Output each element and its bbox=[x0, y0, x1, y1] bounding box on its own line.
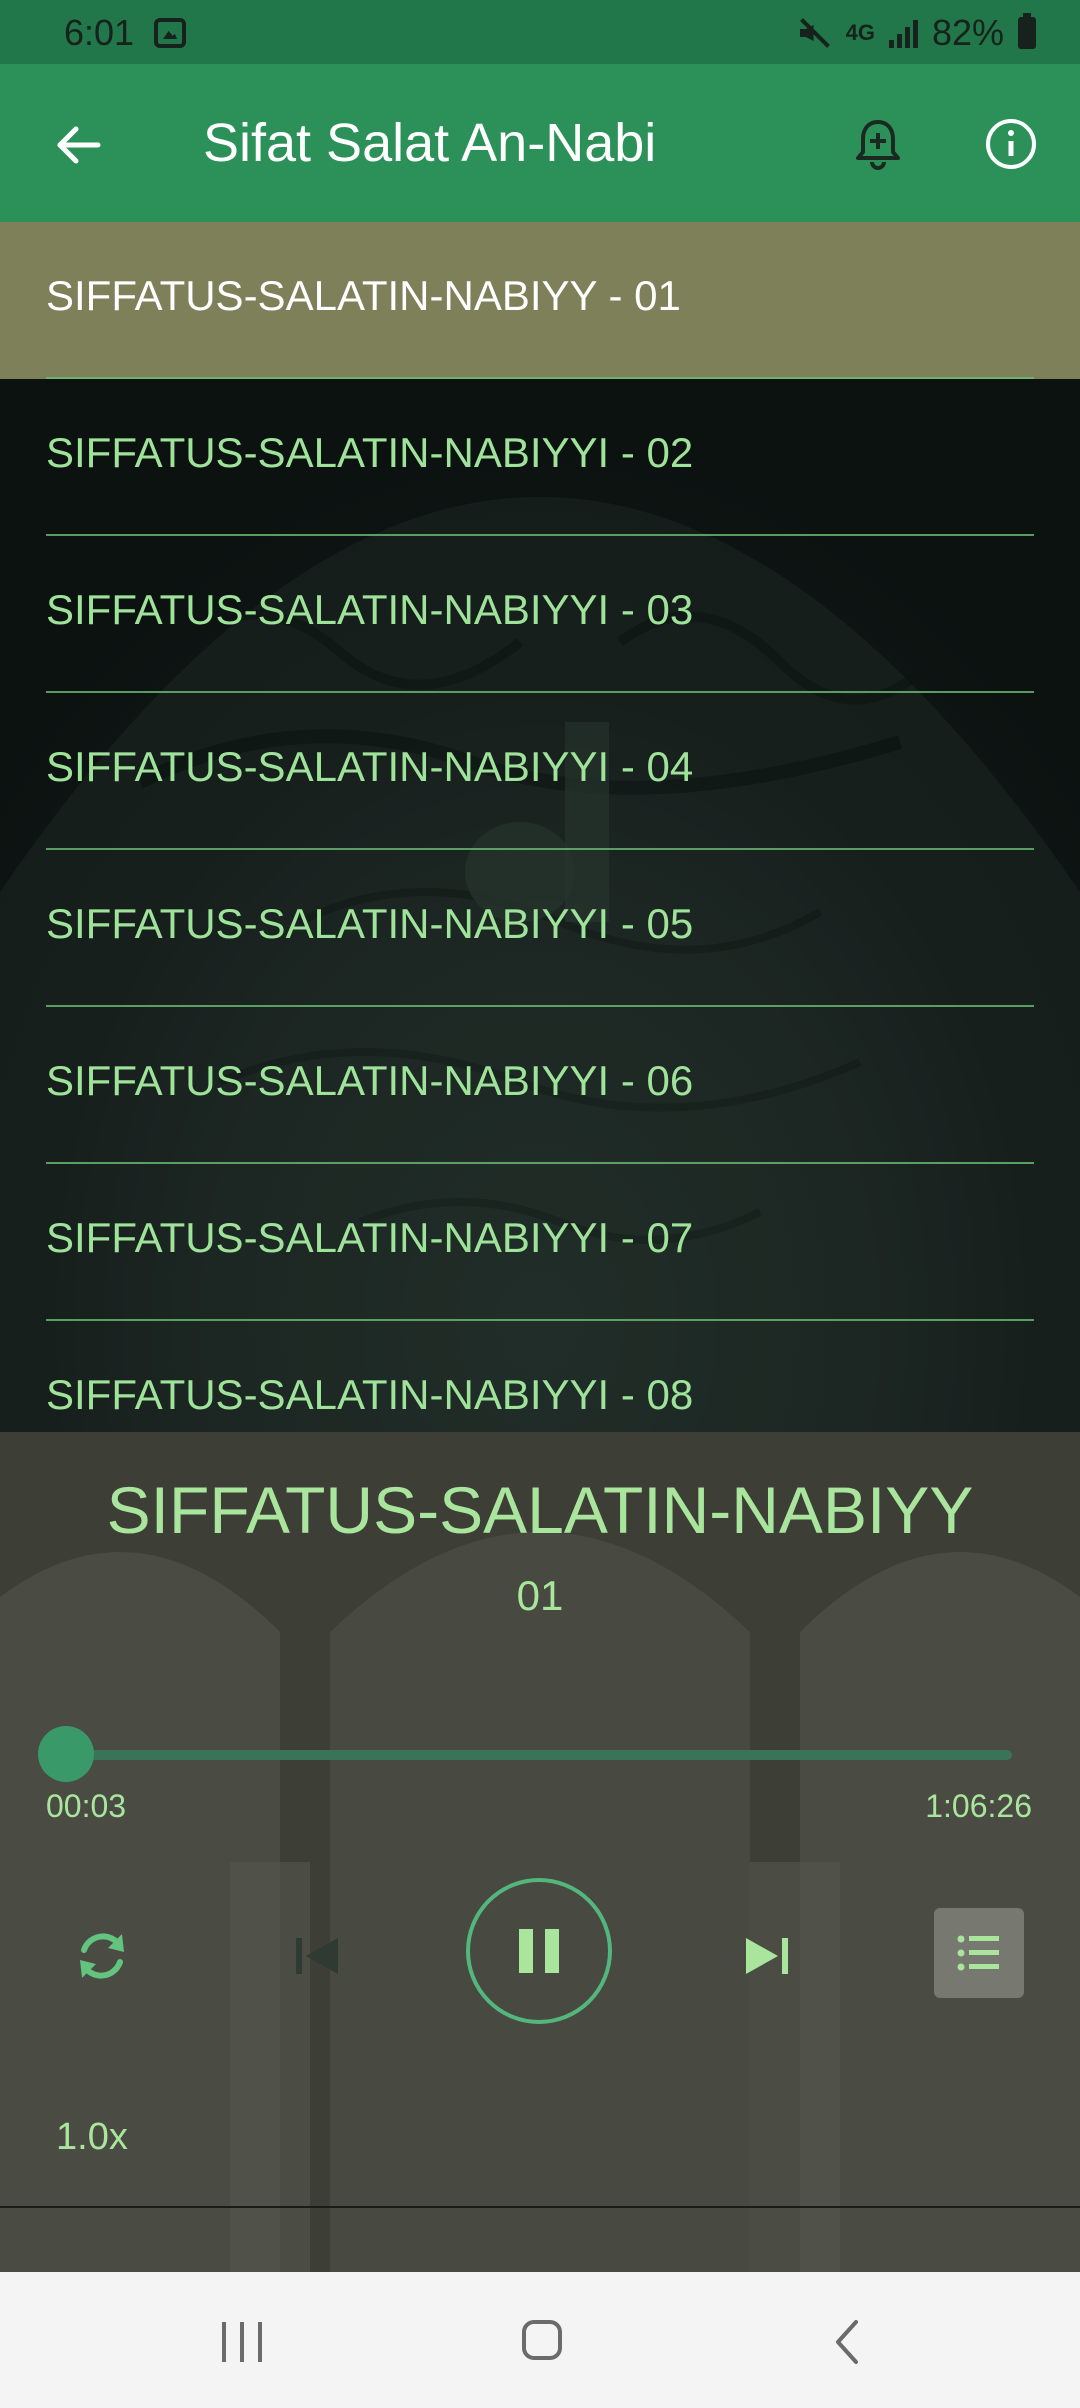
divider bbox=[0, 2206, 1080, 2208]
seek-bar[interactable] bbox=[64, 1750, 1012, 1760]
background-arches-image bbox=[0, 1532, 1080, 2272]
track-item[interactable]: SIFFATUS-SALATIN-NABIYY - 01 bbox=[0, 222, 1080, 379]
notification-button[interactable] bbox=[848, 114, 908, 174]
track-label: SIFFATUS-SALATIN-NABIYYI - 07 bbox=[46, 1214, 694, 1261]
now-playing-subtitle: 01 bbox=[516, 1572, 564, 1619]
track-item[interactable]: SIFFATUS-SALATIN-NABIYYI - 03 bbox=[0, 536, 1080, 693]
recents-icon bbox=[222, 2322, 226, 2362]
status-time: 6:01 bbox=[64, 12, 135, 53]
track-label: SIFFATUS-SALATIN-NABIYY - 01 bbox=[46, 272, 681, 319]
playback-speed[interactable]: 1.0x bbox=[56, 2116, 128, 2159]
info-icon bbox=[986, 119, 1036, 169]
playlist-button[interactable] bbox=[934, 1908, 1024, 1998]
track-label: SIFFATUS-SALATIN-NABIYYI - 08 bbox=[46, 1371, 694, 1418]
network-type: 4G bbox=[845, 20, 875, 45]
track-item[interactable]: SIFFATUS-SALATIN-NABIYYI - 04 bbox=[0, 693, 1080, 850]
image-notification-icon bbox=[154, 18, 186, 48]
arrow-left-icon bbox=[57, 126, 101, 164]
seek-thumb[interactable] bbox=[38, 1726, 94, 1782]
system-back-button[interactable] bbox=[828, 2318, 868, 2366]
track-label: SIFFATUS-SALATIN-NABIYYI - 06 bbox=[46, 1057, 694, 1104]
track-list[interactable]: SIFFATUS-SALATIN-NABIYY - 01 SIFFATUS-SAL… bbox=[0, 222, 1080, 1432]
home-button[interactable] bbox=[522, 2320, 562, 2360]
skip-previous-icon bbox=[296, 1938, 338, 1974]
mute-icon bbox=[798, 16, 832, 50]
track-item[interactable]: SIFFATUS-SALATIN-NABIYYI - 06 bbox=[0, 1007, 1080, 1164]
battery-level: 82% bbox=[931, 12, 1004, 53]
pause-button[interactable] bbox=[466, 1878, 612, 2024]
recents-button[interactable] bbox=[222, 2322, 266, 2362]
track-label: SIFFATUS-SALATIN-NABIYYI - 03 bbox=[46, 586, 694, 633]
chevron-left-icon bbox=[836, 2320, 858, 2364]
status-indicators: 4G 82% bbox=[798, 12, 1036, 54]
track-item[interactable]: SIFFATUS-SALATIN-NABIYYI - 08 bbox=[0, 1321, 1080, 1432]
track-label: SIFFATUS-SALATIN-NABIYYI - 04 bbox=[46, 743, 694, 790]
app-bar: Sifat Salat An-Nabi bbox=[0, 64, 1080, 222]
track-item[interactable]: SIFFATUS-SALATIN-NABIYYI - 02 bbox=[0, 379, 1080, 536]
track-item[interactable]: SIFFATUS-SALATIN-NABIYYI - 05 bbox=[0, 850, 1080, 1007]
signal-icon bbox=[888, 18, 918, 48]
track-label: SIFFATUS-SALATIN-NABIYYI - 05 bbox=[46, 900, 694, 947]
now-playing-title: SIFFATUS-SALATIN-NABIYY bbox=[106, 1473, 974, 1547]
track-item[interactable]: SIFFATUS-SALATIN-NABIYYI - 07 bbox=[0, 1164, 1080, 1321]
info-button[interactable] bbox=[981, 114, 1041, 174]
skip-next-icon bbox=[746, 1938, 788, 1974]
total-time: 1:06:26 bbox=[925, 1788, 1032, 1824]
list-icon bbox=[957, 1935, 999, 1971]
battery-icon bbox=[1018, 13, 1036, 49]
track-label: SIFFATUS-SALATIN-NABIYYI - 02 bbox=[46, 429, 694, 476]
back-button[interactable] bbox=[44, 110, 114, 180]
current-time: 00:03 bbox=[46, 1788, 127, 1824]
status-bar: 6:01 4G 82% bbox=[0, 0, 1080, 64]
next-button[interactable] bbox=[738, 1924, 794, 1988]
player-panel: SIFFATUS-SALATIN-NABIYY 01 00:03 1:06:26 bbox=[0, 1432, 1080, 2272]
pause-icon bbox=[519, 1929, 559, 1973]
previous-button[interactable] bbox=[290, 1924, 346, 1988]
repeat-button[interactable] bbox=[66, 1920, 138, 1992]
page-title: Sifat Salat An-Nabi bbox=[203, 113, 657, 173]
system-nav-bar bbox=[0, 2272, 1080, 2408]
bell-plus-icon bbox=[856, 120, 900, 170]
repeat-icon bbox=[80, 1933, 124, 1979]
